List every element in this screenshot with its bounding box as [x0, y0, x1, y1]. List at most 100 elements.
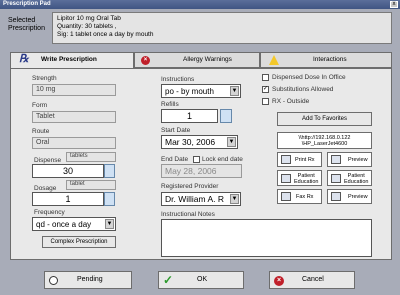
selected-label-line1: Selected: [8, 17, 36, 24]
printer-select[interactable]: \\http://192.168.0.122 \HP_LaserJet4600: [277, 132, 372, 149]
preview-icon: [331, 192, 341, 201]
frequency-value: qd - once a day: [36, 220, 92, 229]
instructional-notes-label: Instructional Notes: [161, 211, 215, 218]
print-patient-education-button[interactable]: Patient Education: [277, 170, 322, 186]
tab-allergy-warnings[interactable]: × Allergy Warnings: [134, 52, 260, 68]
rx-outside-box[interactable]: [262, 98, 269, 105]
dosage-label: Dosage: [34, 185, 57, 192]
patient-education-line2: Education: [294, 179, 319, 185]
tab-interactions[interactable]: Interactions: [260, 52, 392, 68]
fax-rx-label: Fax Rx: [296, 194, 314, 200]
instructional-notes-textarea[interactable]: [161, 219, 372, 257]
instructions-label: Instructions: [161, 76, 195, 83]
printer-icon: [281, 174, 291, 183]
refills-label: Refills: [161, 101, 179, 108]
rx-outside-checkbox[interactable]: RX - Outside: [262, 98, 309, 105]
route-label: Route: [32, 128, 50, 135]
complex-prescription-button[interactable]: Complex Prescription: [42, 236, 116, 248]
rx-outside-label: RX - Outside: [272, 98, 310, 105]
dispense-unit-field: tablets: [66, 152, 116, 162]
instructions-value: po - by mouth: [165, 87, 214, 96]
warning-icon: [269, 55, 279, 65]
tab-interactions-label: Interactions: [313, 56, 347, 63]
selected-rx-quantity: Quantity: 30 tablets ,: [57, 23, 117, 30]
dosage-input[interactable]: 1: [32, 192, 104, 206]
window-title: Prescription Pad: [3, 1, 51, 7]
add-to-favorites-button[interactable]: Add To Favorites: [277, 112, 372, 126]
form-field: Tablet: [32, 111, 116, 123]
preview-fax-button[interactable]: Preview: [327, 189, 372, 204]
dispensed-in-office-box[interactable]: [262, 74, 269, 81]
ok-button[interactable]: ✓ OK: [158, 271, 244, 289]
cancel-label: Cancel: [302, 276, 324, 283]
preview-rx-button[interactable]: Preview: [327, 152, 372, 167]
cancel-button[interactable]: × Cancel: [269, 271, 355, 289]
fax-rx-button[interactable]: Fax Rx: [277, 189, 322, 204]
chevron-down-icon: ▼: [230, 86, 239, 96]
instructions-select[interactable]: po - by mouth ▼: [161, 84, 241, 98]
error-icon: ×: [141, 56, 150, 65]
preview-education-line2: Education: [344, 179, 369, 185]
provider-select[interactable]: Dr. William A. R ▼: [161, 192, 241, 206]
tab-allergy-warnings-label: Allergy Warnings: [183, 56, 232, 63]
tab-write-prescription-label: Write Prescription: [41, 56, 97, 63]
dispensed-in-office-label: Dispensed Dose In Office: [272, 74, 346, 81]
refills-input[interactable]: 1: [161, 109, 218, 123]
preview-icon: [331, 155, 341, 164]
form-label: Form: [32, 102, 48, 109]
start-date-value: Mar 30, 2006: [165, 137, 216, 147]
dispense-input[interactable]: 30: [32, 164, 104, 178]
rx-icon: ℞: [19, 52, 29, 65]
provider-value: Dr. William A. R: [165, 194, 225, 204]
substitutions-allowed-checkbox[interactable]: ✓ Substitutions Allowed: [262, 86, 333, 93]
substitutions-allowed-label: Substitutions Allowed: [272, 86, 334, 93]
preview-icon: [331, 174, 341, 183]
tab-write-prescription[interactable]: ℞ Write Prescription: [10, 52, 134, 69]
close-icon: x: [392, 1, 396, 7]
start-date-picker[interactable]: Mar 30, 2006 ▼: [161, 135, 238, 149]
provider-label: Registered Provider: [161, 183, 219, 190]
cancel-icon: ×: [274, 276, 284, 286]
chevron-down-icon: ▼: [230, 194, 239, 204]
chevron-down-icon: ▼: [105, 219, 114, 229]
preview-education-label: Patient Education: [344, 173, 368, 185]
fax-icon: [281, 192, 291, 201]
strength-label: Strength: [32, 75, 57, 82]
strength-field: 10 mg: [32, 84, 116, 96]
print-rx-button[interactable]: Print Rx: [277, 152, 322, 167]
patient-education-label: Patient Education: [294, 173, 318, 185]
print-rx-label: Print Rx: [295, 157, 315, 163]
preview-patient-education-button[interactable]: Patient Education: [327, 170, 372, 186]
dosage-unit-field: tablet: [66, 180, 116, 190]
window-titlebar: Prescription Pad: [0, 0, 400, 9]
route-field: Oral: [32, 137, 116, 149]
lock-end-date-checkbox[interactable]: Lock end date: [193, 156, 243, 163]
printer-icon: [281, 155, 291, 164]
selected-rx-sig: Sig: 1 tablet once a day by mouth: [57, 31, 154, 38]
dispense-label: Dispense: [34, 157, 62, 164]
end-date-label: End Date: [161, 156, 189, 163]
preview-rx-label: Preview: [348, 157, 368, 163]
chevron-down-icon: ▼: [227, 137, 236, 147]
dispensed-in-office-checkbox[interactable]: Dispensed Dose In Office: [262, 74, 346, 81]
dispense-spinner[interactable]: [104, 164, 115, 178]
printer-line2: \HP_LaserJet4600: [301, 141, 348, 147]
pending-button[interactable]: Pending: [44, 271, 132, 289]
selected-prescription-box: Lipitor 10 mg Oral Tab Quantity: 30 tabl…: [52, 12, 392, 44]
refills-spinner[interactable]: [220, 109, 232, 123]
substitutions-allowed-box[interactable]: ✓: [262, 86, 269, 93]
selected-label-line2: Prescription: [8, 25, 45, 32]
ok-label: OK: [197, 276, 208, 283]
frequency-select[interactable]: qd - once a day ▼: [32, 217, 116, 231]
lock-end-date-box[interactable]: [193, 156, 200, 163]
selected-prescription-label: Selected Prescription: [8, 17, 45, 33]
dosage-spinner[interactable]: [104, 192, 115, 206]
pending-label: Pending: [77, 276, 103, 283]
selected-rx-drug: Lipitor 10 mg Oral Tab: [57, 15, 121, 22]
preview-fax-label: Preview: [348, 194, 368, 200]
frequency-label: Frequency: [34, 209, 65, 216]
lock-end-date-label: Lock end date: [202, 156, 243, 163]
end-date-field: May 28, 2006: [161, 164, 242, 178]
close-button[interactable]: x: [390, 1, 398, 8]
clock-icon: [49, 276, 58, 285]
